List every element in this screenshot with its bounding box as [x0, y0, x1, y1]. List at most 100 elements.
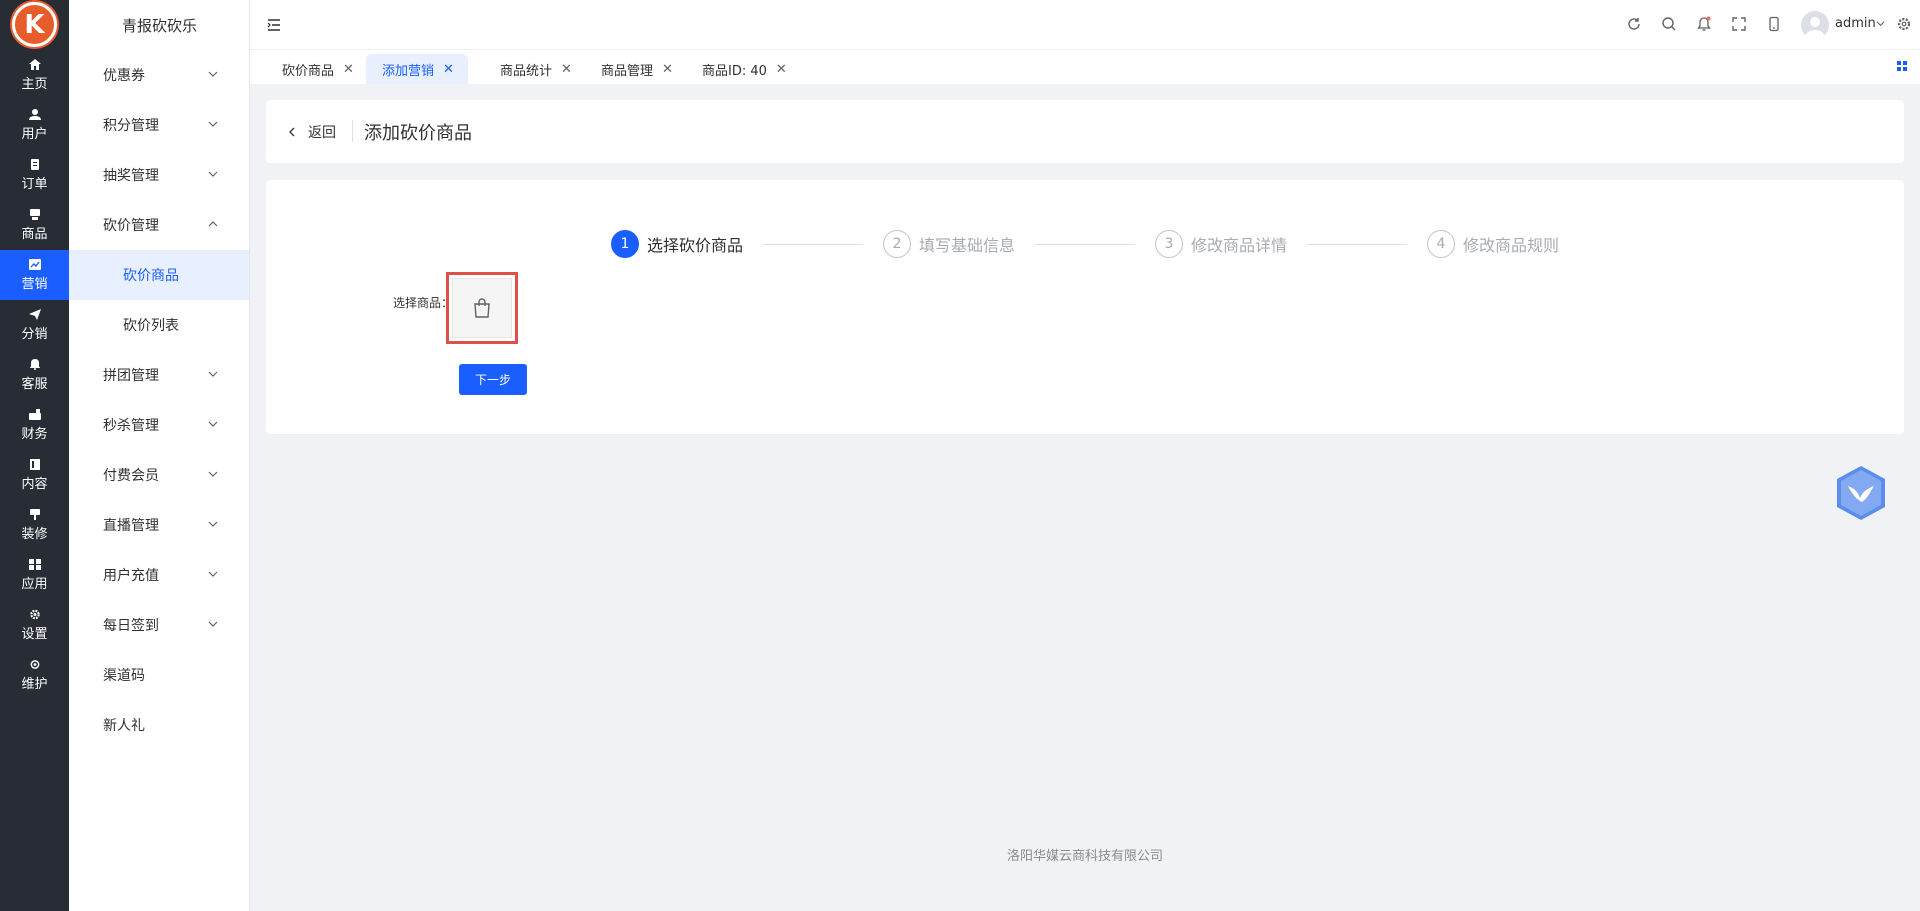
step-connector — [763, 244, 863, 245]
chevron-up-icon — [208, 221, 218, 227]
submenu-item-coupons[interactable]: 优惠券 — [69, 50, 249, 100]
rail-item-maintenance[interactable]: 维护 — [0, 650, 69, 700]
step-number: 4 — [1427, 230, 1455, 258]
chevron-down-icon — [208, 521, 218, 527]
chevron-down-icon — [208, 371, 218, 377]
shopping-bag-icon — [474, 298, 490, 318]
submenu-label: 用户充值 — [103, 568, 159, 584]
icon-rail: K 主页 用户 订单 商品 营销 分销 客服 财务 内容 装修 应用 设置 维护 — [0, 0, 69, 911]
submenu-item-flash-sale[interactable]: 秒杀管理 — [69, 400, 249, 450]
close-icon[interactable]: ✕ — [776, 62, 787, 77]
submenu-item-group-buy[interactable]: 拼团管理 — [69, 350, 249, 400]
order-icon — [29, 158, 41, 170]
submenu-label: 新人礼 — [103, 718, 145, 734]
back-button[interactable]: 返回 — [286, 122, 336, 142]
chevron-down-icon — [208, 621, 218, 627]
step-label: 修改商品规则 — [1463, 236, 1560, 255]
avatar[interactable] — [1801, 11, 1829, 39]
chevron-down-icon[interactable] — [1875, 18, 1886, 29]
finance-icon — [28, 408, 41, 420]
submenu-label: 砍价商品 — [123, 268, 179, 284]
chevron-down-icon — [208, 71, 218, 77]
chevron-left-icon — [289, 127, 295, 137]
close-icon[interactable]: ✕ — [343, 62, 354, 77]
back-label: 返回 — [308, 125, 336, 141]
user-name[interactable]: admin — [1835, 16, 1876, 31]
notification-bell-icon[interactable] — [1696, 16, 1712, 32]
top-header: admin — [250, 0, 1920, 50]
close-icon[interactable]: ✕ — [443, 62, 454, 77]
step-label: 填写基础信息 — [919, 236, 1016, 255]
submenu-item-bargain[interactable]: 砍价管理 — [69, 200, 249, 250]
submenu-label: 拼团管理 — [103, 368, 159, 384]
submenu-label: 渠道码 — [103, 668, 145, 684]
submenu-label: 砍价管理 — [103, 218, 159, 234]
step-connector — [1035, 244, 1135, 245]
step-3: 3 修改商品详情 — [1155, 230, 1287, 258]
brand-name: 青报砍砍乐 — [121, 16, 197, 35]
menu-fold-icon[interactable] — [266, 17, 282, 33]
mobile-preview-icon[interactable] — [1766, 16, 1782, 32]
submenu-item-points[interactable]: 积分管理 — [69, 100, 249, 150]
page-header-card: 返回 添加砍价商品 — [266, 100, 1904, 163]
submenu-item-channel-code[interactable]: 渠道码 — [69, 650, 249, 700]
chevron-down-icon — [208, 471, 218, 477]
gear-icon[interactable] — [1896, 16, 1912, 32]
step-2: 2 填写基础信息 — [883, 230, 1015, 258]
rail-item-settings[interactable]: 设置 — [0, 600, 69, 650]
tab-bargain-products[interactable]: 砍价商品 ✕ — [250, 54, 368, 84]
tab-add-marketing[interactable]: 添加营销 ✕ — [366, 54, 468, 84]
rail-item-finance[interactable]: 财务 — [0, 400, 69, 450]
rail-label: 应用 — [21, 576, 48, 592]
chevron-down-icon — [208, 571, 218, 577]
product-picker[interactable] — [446, 272, 518, 344]
step-1: 1 选择砍价商品 — [611, 230, 743, 258]
submenu-item-newcomer-gift[interactable]: 新人礼 — [69, 700, 249, 750]
next-step-button[interactable]: 下一步 — [459, 364, 527, 395]
submenu-item-live[interactable]: 直播管理 — [69, 500, 249, 550]
submenu-label: 优惠券 — [103, 68, 145, 84]
submenu-label: 直播管理 — [103, 518, 159, 534]
chevron-down-icon — [208, 121, 218, 127]
rail-item-marketing[interactable]: 营销 — [0, 250, 69, 300]
search-icon[interactable] — [1661, 16, 1677, 32]
rail-label: 主页 — [21, 76, 48, 92]
rail-item-decorate[interactable]: 装修 — [0, 500, 69, 550]
assistant-bird-icon[interactable] — [1834, 464, 1888, 522]
user-icon — [28, 108, 41, 120]
settings-icon — [29, 609, 41, 620]
rail-label: 营销 — [21, 276, 48, 292]
tab-product-id[interactable]: 商品ID: 40 ✕ — [670, 54, 801, 84]
tab-label: 添加营销 — [382, 63, 435, 79]
fullscreen-icon[interactable] — [1731, 16, 1747, 32]
rail-item-service[interactable]: 客服 — [0, 350, 69, 400]
submenu-item-lottery[interactable]: 抽奖管理 — [69, 150, 249, 200]
app-logo[interactable]: K — [12, 2, 57, 47]
submenu-item-paid-member[interactable]: 付费会员 — [69, 450, 249, 500]
rail-item-user[interactable]: 用户 — [0, 100, 69, 150]
content-icon — [29, 458, 41, 470]
refresh-icon[interactable] — [1626, 16, 1642, 32]
rail-item-order[interactable]: 订单 — [0, 150, 69, 200]
rail-label: 财务 — [21, 426, 48, 442]
product-icon — [29, 208, 41, 220]
rail-item-content[interactable]: 内容 — [0, 450, 69, 500]
rail-label: 用户 — [21, 126, 48, 142]
decorate-icon — [29, 508, 41, 520]
tabs-menu-grid-icon[interactable] — [1896, 60, 1908, 72]
submenu-label: 每日签到 — [103, 618, 159, 634]
maintenance-icon — [29, 659, 41, 670]
rail-item-product[interactable]: 商品 — [0, 200, 69, 250]
main-form-card: 1 选择砍价商品 2 填写基础信息 3 修改商品详情 4 修改商品规则 选择商品… — [266, 180, 1904, 434]
tab-label: 商品ID: 40 — [702, 63, 767, 79]
rail-label: 商品 — [21, 226, 48, 242]
rail-item-home[interactable]: 主页 — [0, 50, 69, 100]
submenu-item-bargain-products[interactable]: 砍价商品 — [69, 250, 249, 300]
submenu-item-bargain-list[interactable]: 砍价列表 — [69, 300, 249, 350]
rail-item-distribution[interactable]: 分销 — [0, 300, 69, 350]
submenu-item-checkin[interactable]: 每日签到 — [69, 600, 249, 650]
rail-item-apps[interactable]: 应用 — [0, 550, 69, 600]
page-title: 添加砍价商品 — [364, 123, 472, 144]
submenu-item-recharge[interactable]: 用户充值 — [69, 550, 249, 600]
submenu-label: 付费会员 — [103, 468, 159, 484]
